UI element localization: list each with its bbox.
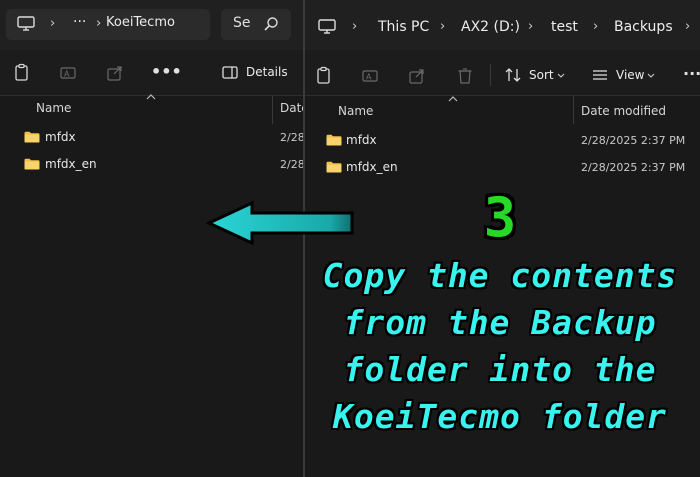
sort-caret-icon [448, 96, 458, 102]
step-number: 3 [483, 186, 517, 249]
column-header-name[interactable]: Name [338, 104, 373, 118]
computer-icon [318, 19, 336, 34]
file-date: 2/28/2025 2:37 PM [581, 161, 686, 174]
chevron-right-icon: › [96, 16, 102, 31]
sort-button[interactable]: Sort [529, 68, 554, 82]
copy-icon[interactable] [314, 66, 334, 86]
folder-icon [24, 158, 40, 170]
svg-text:A: A [64, 70, 70, 79]
search-placeholder: Se [233, 15, 251, 31]
file-date: 2/28/2025 2:37 PM [581, 134, 686, 147]
chevron-right-icon: › [352, 19, 358, 34]
copy-icon[interactable] [12, 63, 32, 83]
chevron-down-icon [557, 73, 565, 78]
search-icon [264, 17, 278, 31]
search-input[interactable]: Se [221, 9, 291, 40]
folder-icon [24, 131, 40, 143]
column-header-date-modified[interactable]: Date modified [581, 104, 666, 118]
folder-icon [326, 134, 342, 146]
chevron-right-icon: › [440, 19, 446, 34]
column-divider[interactable] [573, 96, 574, 124]
details-button[interactable]: Details [246, 65, 288, 79]
file-date: 2/28, [280, 158, 303, 171]
chevron-right-icon: › [528, 19, 534, 34]
svg-text:A: A [366, 73, 372, 82]
sort-icon [505, 68, 521, 82]
chevron-right-icon: › [685, 19, 691, 34]
chevron-right-icon: › [593, 19, 599, 34]
column-header-date[interactable]: Date [280, 101, 303, 115]
file-name: mfdx [45, 130, 76, 144]
instruction-line: folder into the [343, 350, 657, 389]
more-options-button[interactable]: ••• [151, 62, 182, 81]
file-name: mfdx_en [45, 157, 97, 171]
breadcrumb-backups[interactable]: Backups [614, 19, 673, 35]
view-button[interactable]: View [616, 68, 644, 82]
computer-icon [17, 16, 35, 31]
column-divider[interactable] [272, 96, 273, 124]
file-name: mfdx_en [346, 160, 398, 174]
instruction-line: from the Backup [343, 303, 657, 342]
rename-icon[interactable]: A [58, 63, 78, 83]
instruction-line: Copy the contents [322, 256, 678, 295]
view-icon [593, 70, 607, 80]
folder-icon [326, 161, 342, 173]
column-header-name[interactable]: Name [36, 101, 71, 115]
delete-icon[interactable] [455, 66, 475, 86]
more-options-button[interactable]: ··· [683, 64, 700, 83]
sort-caret-icon [146, 94, 156, 100]
details-pane-icon [222, 66, 238, 79]
instruction-line: KoeiTecmo folder [333, 397, 667, 436]
breadcrumb-more[interactable]: ··· [73, 14, 86, 30]
chevron-right-icon: › [50, 16, 56, 31]
rename-icon[interactable]: A [360, 66, 380, 86]
share-icon[interactable] [407, 66, 427, 86]
file-name: mfdx [346, 133, 377, 147]
breadcrumb-koeitecmo[interactable]: KoeiTecmo [106, 15, 175, 30]
toolbar-separator [490, 64, 491, 86]
breadcrumb-test[interactable]: test [551, 19, 578, 35]
breadcrumb-this-pc[interactable]: This PC [378, 19, 429, 35]
share-icon[interactable] [105, 63, 125, 83]
breadcrumb-drive[interactable]: AX2 (D:) [461, 19, 520, 35]
chevron-down-icon [647, 73, 655, 78]
instruction-overlay: 3 Copy the contents from the Backup fold… [320, 186, 700, 440]
file-date: 2/28, [280, 131, 303, 144]
